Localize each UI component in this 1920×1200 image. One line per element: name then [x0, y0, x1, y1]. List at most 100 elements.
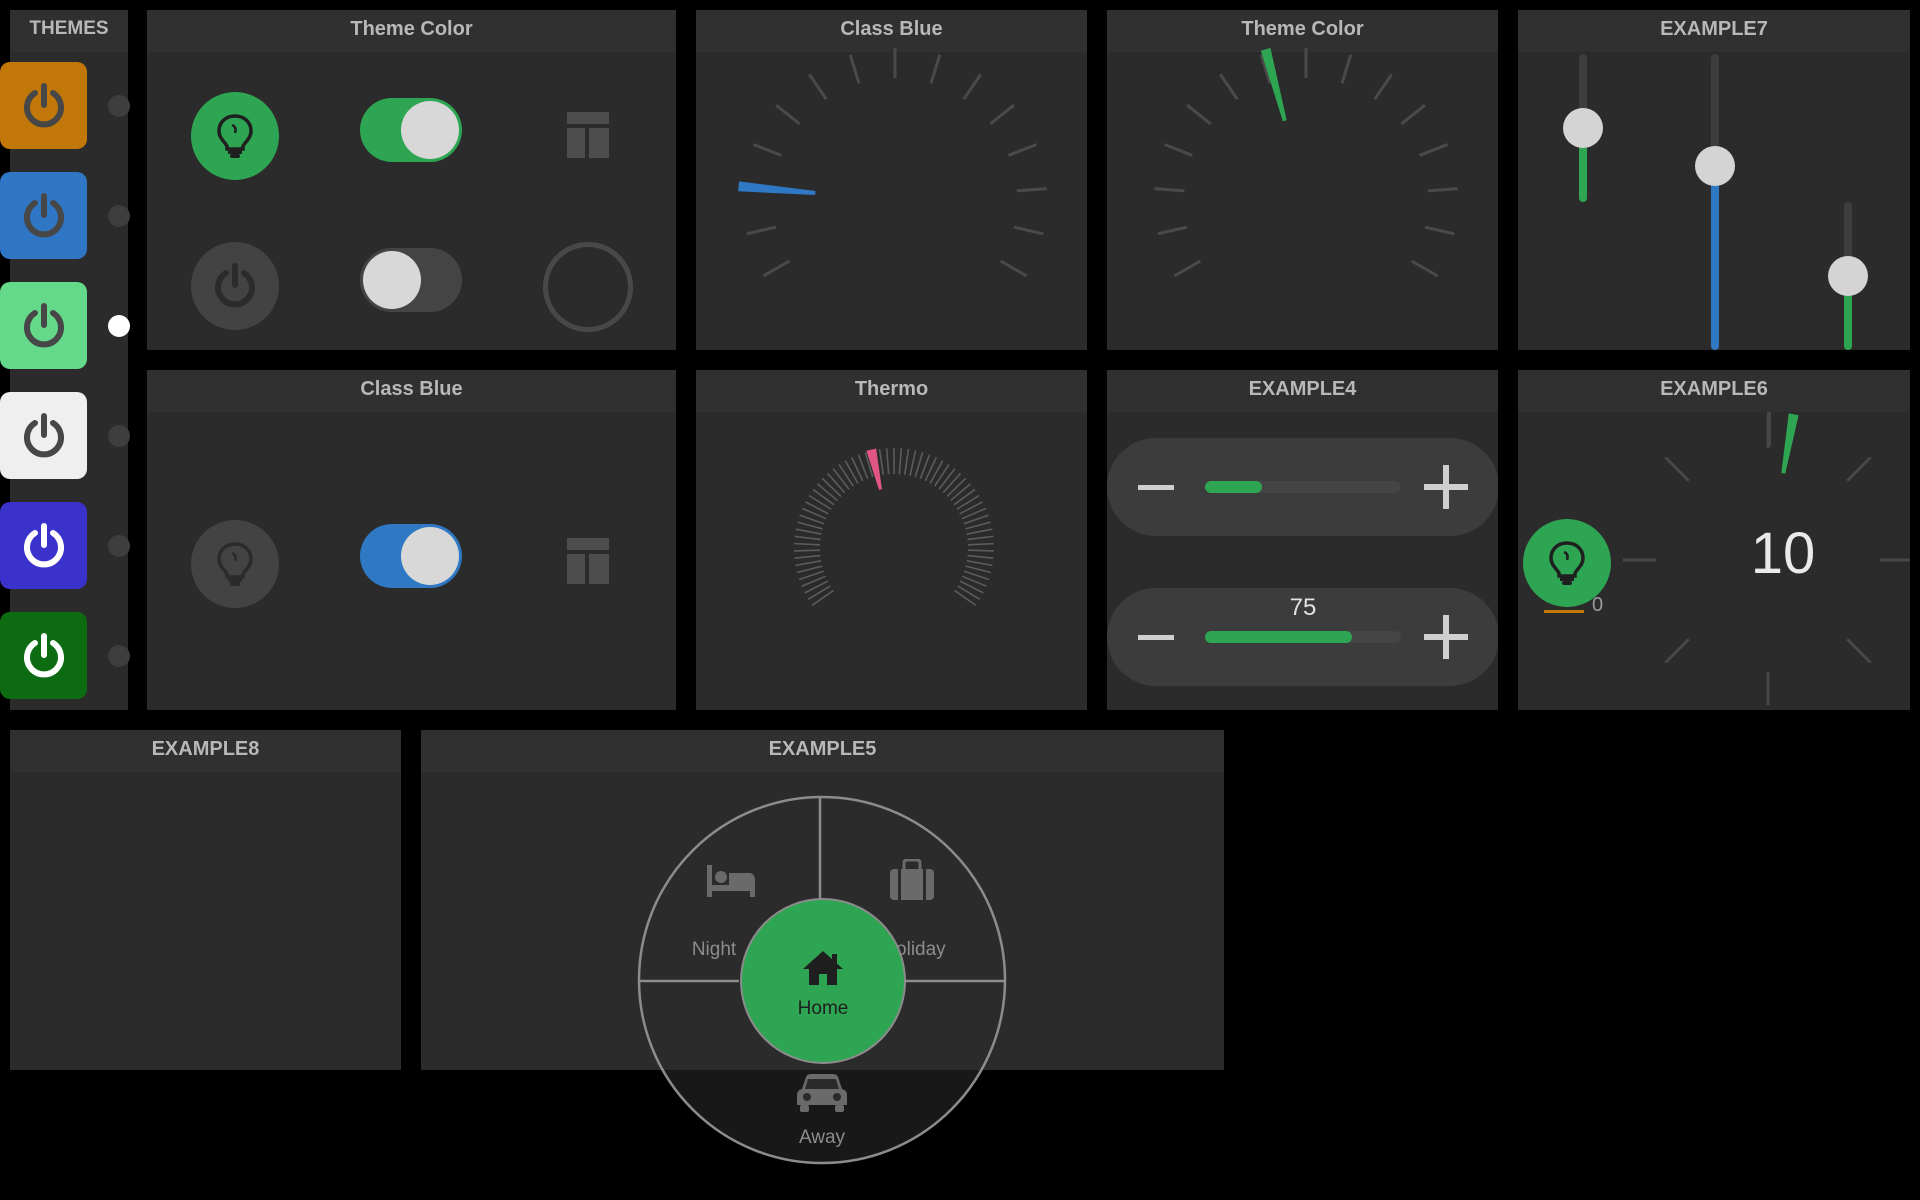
class-blue-gauge[interactable] [696, 10, 1087, 350]
increase-button[interactable] [1401, 438, 1491, 536]
theme-button-orange[interactable] [0, 62, 87, 149]
example8-panel: EXAMPLE8 [10, 730, 401, 1070]
mode-selector: Night Holiday Home Away [637, 795, 1007, 1165]
theme-button-dark-green[interactable] [0, 612, 87, 699]
power-icon [23, 192, 64, 237]
thermo-tick [796, 565, 823, 574]
toggle-knob [401, 527, 459, 585]
mode-away-label: Away [798, 1127, 846, 1148]
dashboard-layout-icon[interactable] [567, 112, 609, 158]
gauge-tick [752, 143, 782, 157]
theme-indicator-dot[interactable] [108, 645, 130, 667]
thermo-tick [795, 560, 822, 567]
toggle-on-switch[interactable] [360, 98, 462, 162]
lightbulb-icon [1549, 541, 1585, 585]
example6-panel: EXAMPLE6 10 0 [1518, 370, 1910, 710]
theme-button-light-green[interactable] [0, 282, 87, 369]
class-blue-panel: Class Blue [147, 370, 676, 710]
slider-knob[interactable] [1563, 108, 1603, 148]
thermo-tick [821, 477, 842, 498]
gauge-tick [1186, 104, 1212, 126]
theme-indicator-dot[interactable] [108, 535, 130, 557]
class-blue-body [147, 412, 676, 710]
theme-color-body [147, 52, 676, 350]
class-blue-title: Class Blue [147, 370, 676, 412]
suitcase-icon [890, 859, 934, 900]
theme-indicator-dot[interactable] [108, 205, 130, 227]
theme-indicator-dot[interactable] [108, 95, 130, 117]
thermo-tick [808, 494, 832, 510]
stepper-2: 75 [1107, 588, 1498, 686]
gauge-tick [775, 104, 801, 126]
theme-button-white[interactable] [0, 392, 87, 479]
power-icon [215, 263, 255, 308]
mode-home-label: Home [797, 998, 849, 1019]
thermo-tick [967, 535, 994, 541]
decrease-button[interactable] [1111, 588, 1201, 686]
gauge-tick [1427, 187, 1458, 193]
gauge-tick [1400, 104, 1426, 126]
blue-vertical-slider[interactable] [1695, 54, 1735, 350]
home-icon [803, 951, 843, 985]
theme-indicator-dot[interactable] [108, 315, 130, 337]
thermo-tick [811, 589, 834, 607]
theme-indicator-dot[interactable] [108, 425, 130, 447]
slider-knob[interactable] [1828, 256, 1868, 296]
slider-fill [1711, 166, 1719, 350]
power-icon [23, 522, 64, 567]
slider-knob[interactable] [1695, 146, 1735, 187]
example4-panel: EXAMPLE4 75 [1107, 370, 1498, 710]
thermo-gauge[interactable] [696, 370, 1087, 710]
thermo-tick [903, 448, 910, 475]
stepper-1 [1107, 438, 1498, 536]
plus-icon [1424, 615, 1468, 659]
plus-icon [1424, 465, 1468, 509]
theme-button-indigo[interactable] [0, 502, 87, 589]
thermo-tick [942, 472, 962, 494]
dial-needle [1781, 413, 1799, 474]
green-vertical-slider-small[interactable] [1828, 202, 1868, 350]
bulb-min-label: 0 [1592, 594, 1604, 616]
thermo-tick [954, 589, 977, 607]
theme-color-gauge-panel: Theme Color [1107, 10, 1498, 350]
power-off-button[interactable] [191, 242, 279, 330]
dial-tick [1846, 638, 1872, 664]
theme-color-gauge[interactable] [1107, 10, 1498, 350]
thermo-tick [965, 521, 991, 530]
thermo-tick [885, 448, 890, 475]
gauge-tick [929, 54, 942, 84]
toggle-knob [401, 101, 459, 159]
dial-tick [1767, 412, 1771, 446]
power-icon [23, 82, 64, 127]
thermo-tick [965, 565, 992, 574]
mode-home-button[interactable]: Home [740, 898, 906, 1064]
thermo-tick [946, 477, 967, 498]
thermo-tick [967, 542, 994, 546]
thermo-tick [844, 460, 859, 484]
gauge-tick [1016, 187, 1047, 193]
gauge-tick [1154, 187, 1185, 193]
power-icon [23, 632, 64, 677]
decrease-button[interactable] [1111, 438, 1201, 536]
gauge-tick [1008, 143, 1038, 157]
dial-tick [1664, 638, 1690, 664]
thermo-tick [794, 535, 821, 541]
green-vertical-slider[interactable] [1563, 54, 1603, 202]
example4-title: EXAMPLE4 [1107, 370, 1498, 412]
bed-icon [707, 865, 755, 897]
increase-button[interactable] [1401, 588, 1491, 686]
gauge-tick [962, 73, 982, 101]
toggle-off-switch[interactable] [360, 248, 462, 312]
circle-outline-icon[interactable] [543, 242, 633, 332]
thermo-tick [795, 528, 822, 535]
mode-away[interactable]: Away [762, 1073, 882, 1159]
bulb-off-button[interactable] [191, 520, 279, 608]
toggle-blue-switch[interactable] [360, 524, 462, 588]
gauge-tick [746, 225, 777, 236]
theme-button-blue[interactable] [0, 172, 87, 259]
dashboard-layout-icon[interactable] [567, 538, 609, 584]
bulb-on-button[interactable] [191, 92, 279, 180]
thermo-tick [967, 554, 994, 559]
gauge-needle [738, 181, 816, 196]
lightbulb-icon [217, 114, 253, 158]
